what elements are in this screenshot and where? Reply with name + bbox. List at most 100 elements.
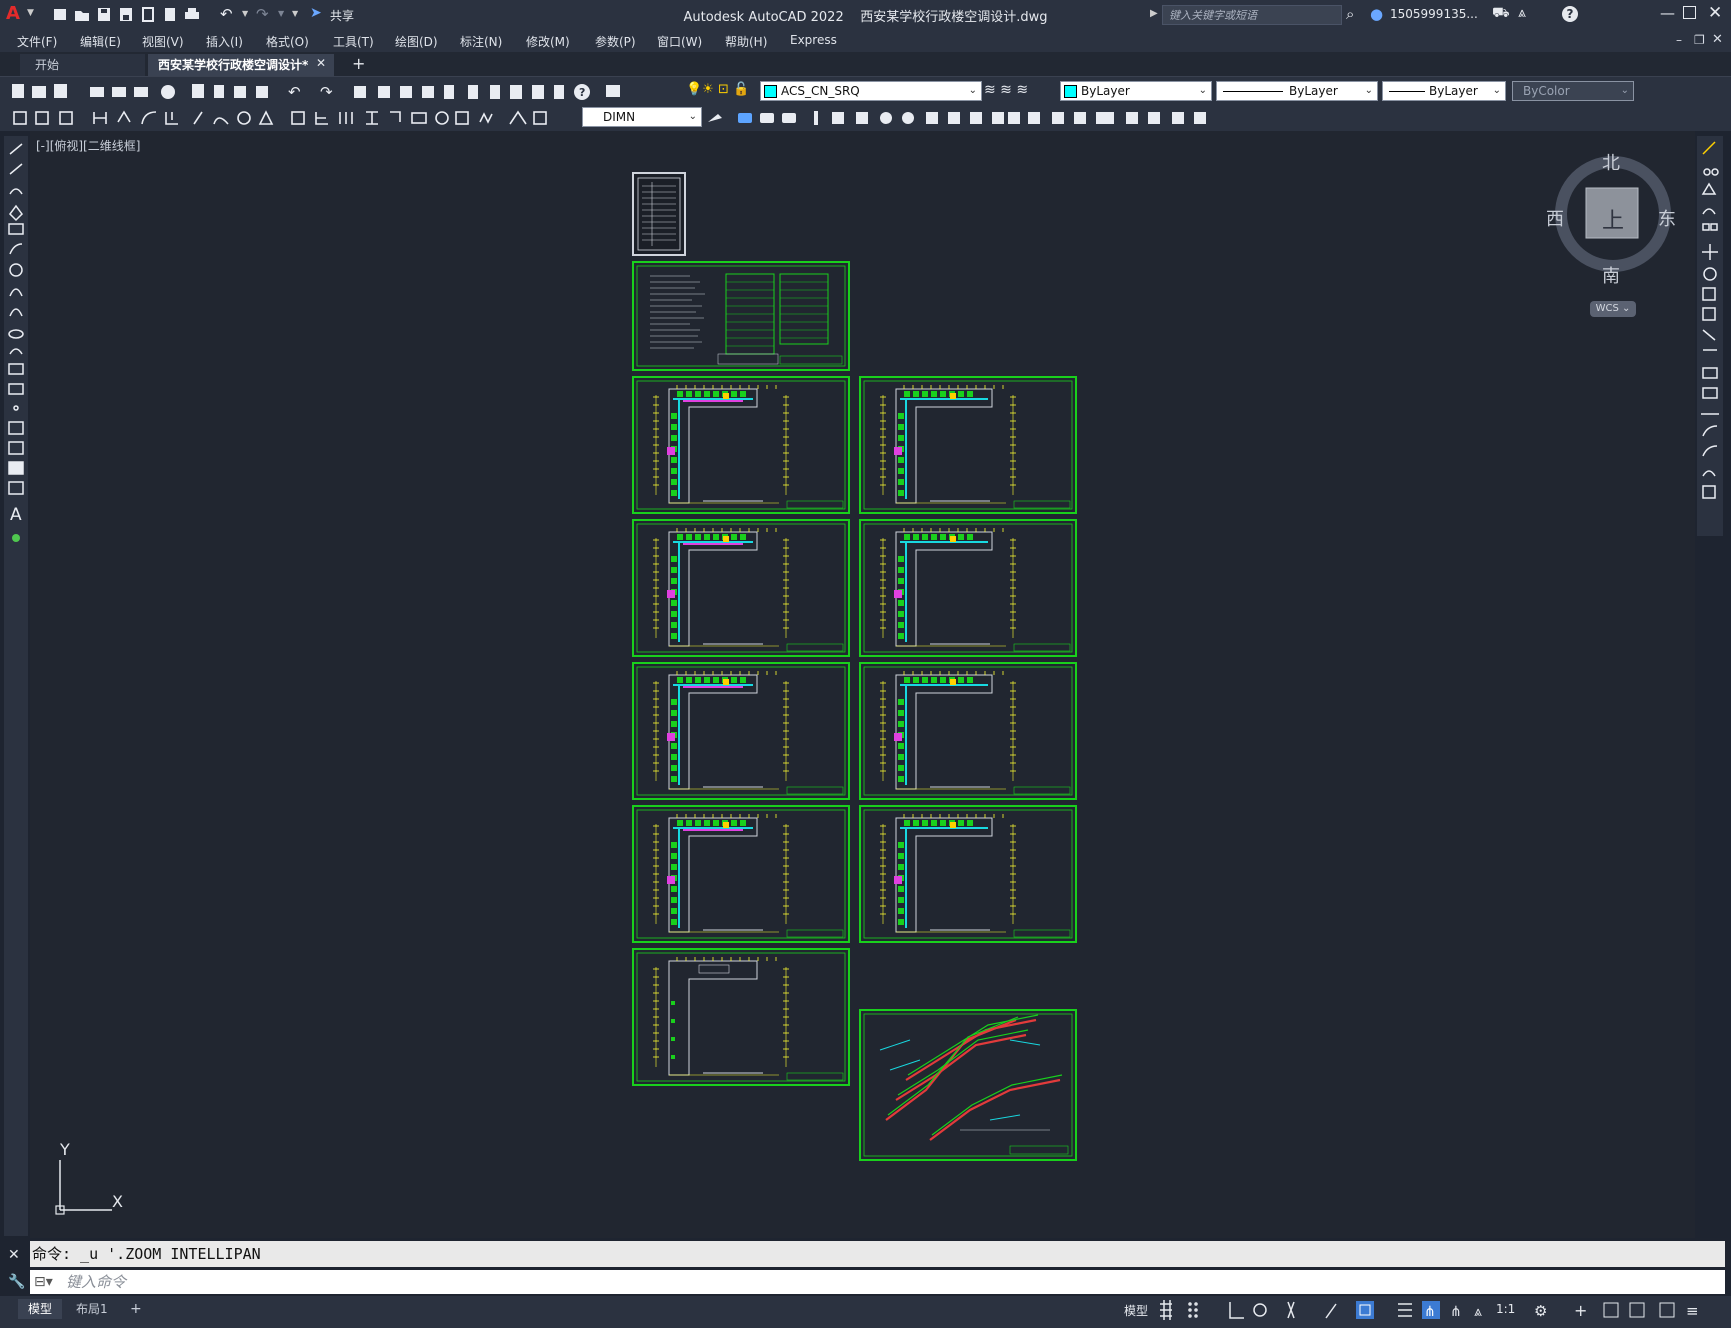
floor-plan-sheet[interactable]: [632, 948, 850, 1086]
dimstyle-dropdown[interactable]: DIMN ⌄: [582, 107, 702, 127]
floor-plan-sheets: [632, 376, 1077, 1086]
annotation-scale[interactable]: 1:1: [1496, 1302, 1515, 1316]
chevron-down-icon: ⌄: [1620, 85, 1629, 96]
viewcube-top-face[interactable]: 上: [1602, 203, 1624, 235]
menu-window[interactable]: 窗口(W): [657, 33, 702, 50]
svg-text:⋔: ⋔: [1424, 1304, 1436, 1320]
command-line-close-icon[interactable]: ✕: [8, 1247, 20, 1263]
close-icon[interactable]: ✕: [1708, 3, 1722, 23]
doc-close-icon[interactable]: ✕: [1712, 32, 1723, 47]
svg-text:?: ?: [579, 86, 585, 99]
dimension-toolbar: DIMN ⌄: [0, 104, 1731, 131]
menu-file[interactable]: 文件(F): [17, 33, 57, 50]
floor-plan-sheet[interactable]: [632, 662, 850, 800]
floor-plan-sheet[interactable]: [632, 805, 850, 943]
dimension-toolbar-icons[interactable]: [10, 108, 580, 128]
minimize-icon[interactable]: —: [1660, 4, 1675, 22]
standard-toolbar-icons[interactable]: ↶ ↷ ?: [8, 82, 668, 102]
menu-bar: 文件(F) 编辑(E) 视图(V) 插入(I) 格式(O) 工具(T) 绘图(D…: [0, 30, 1731, 52]
menu-edit[interactable]: 编辑(E): [80, 33, 121, 50]
status-model-label[interactable]: 模型: [1124, 1302, 1148, 1319]
tab-active-label: 西安某学校行政楼空调设计*: [158, 58, 309, 72]
linetype-line: [1223, 91, 1283, 92]
menu-view[interactable]: 视图(V): [142, 33, 184, 50]
tab-close-icon[interactable]: ✕: [316, 56, 326, 70]
status-right-icons[interactable]: ⚙ + ≡: [1530, 1298, 1726, 1322]
linetype-value: ByLayer: [1289, 84, 1338, 98]
lineweight-value: ByLayer: [1429, 84, 1478, 98]
command-placeholder: 键入命令: [66, 1273, 127, 1291]
cart-icon[interactable]: ⛟: [1492, 5, 1510, 23]
svg-text:↷: ↷: [320, 83, 333, 101]
layer-state-icons[interactable]: 💡☀ ⊡ 🔓: [686, 82, 749, 97]
modify-tool-icons[interactable]: [1697, 136, 1723, 536]
compass-south[interactable]: 南: [1602, 262, 1620, 288]
modify-toolbar-icons[interactable]: [706, 108, 1216, 128]
wcs-menu[interactable]: WCS ⌄: [1590, 301, 1636, 317]
linetype-dropdown[interactable]: ByLayer ⌄: [1216, 81, 1378, 101]
menu-format[interactable]: 格式(O): [266, 33, 309, 50]
doc-restore-icon[interactable]: ❐: [1694, 33, 1705, 47]
maximize-icon[interactable]: [1683, 6, 1696, 19]
add-layout-button[interactable]: +: [120, 1299, 152, 1319]
command-line-settings-icon[interactable]: 🔧: [8, 1274, 25, 1290]
new-tab-button[interactable]: +: [352, 54, 365, 73]
menu-parametric[interactable]: 参数(P): [595, 33, 636, 50]
floor-plan-sheet[interactable]: [859, 376, 1077, 514]
search-icon[interactable]: ⌕: [1346, 5, 1354, 23]
modify-toolbar: [1697, 136, 1723, 536]
tab-model[interactable]: 模型: [18, 1299, 63, 1319]
compass-west[interactable]: 西: [1546, 205, 1564, 231]
compass-north[interactable]: 北: [1602, 149, 1620, 175]
color-value: ByLayer: [1081, 84, 1130, 98]
compass-east[interactable]: 东: [1658, 205, 1676, 231]
autodesk-app-icon[interactable]: ⩓: [1518, 5, 1526, 21]
floor-plan-sheet[interactable]: [632, 519, 850, 657]
search-input[interactable]: 键入关键字或短语: [1162, 5, 1342, 25]
user-account-label[interactable]: 1505999135...: [1390, 7, 1478, 21]
layer-name: ACS_CN_SRQ: [781, 84, 860, 98]
svg-text:+: +: [1574, 1301, 1587, 1320]
tab-start[interactable]: 开始: [20, 54, 145, 76]
chevron-down-icon: ⌄: [688, 111, 697, 122]
lineweight-dropdown[interactable]: ByLayer ⌄: [1382, 81, 1506, 101]
floor-plan-sheet[interactable]: [859, 519, 1077, 657]
floor-plan-sheet[interactable]: [859, 662, 1077, 800]
menu-draw[interactable]: 绘图(D): [395, 33, 438, 50]
layer-tools-icons[interactable]: ≋ ≋ ≋: [984, 82, 1028, 98]
standard-toolbar: ↶ ↷ ? 💡☀ ⊡ 🔓 ACS_CN_SRQ ⌄ ≋ ≋ ≋ ByLayer ⌄…: [0, 76, 1731, 105]
draw-tool-icons[interactable]: A: [4, 136, 28, 576]
help-icon[interactable]: ?: [1562, 6, 1578, 22]
svg-text:↶: ↶: [288, 83, 301, 101]
tab-active-drawing[interactable]: 西安某学校行政楼空调设计*: [148, 54, 334, 76]
chevron-down-icon: ⌄: [1198, 85, 1207, 96]
menu-insert[interactable]: 插入(I): [206, 33, 243, 50]
floor-plan-sheet[interactable]: [859, 805, 1077, 943]
drawing-sheets[interactable]: [630, 170, 1080, 1170]
chevron-down-icon: ⌄: [1364, 85, 1373, 96]
svg-text:A: A: [10, 505, 22, 525]
draw-toolbar: A: [4, 136, 28, 1236]
svg-text:⩓: ⩓: [1474, 1304, 1482, 1320]
plotstyle-dropdown[interactable]: ByColor ⌄: [1512, 81, 1634, 101]
search-expand-icon[interactable]: ▶: [1150, 8, 1158, 19]
menu-express[interactable]: Express: [790, 33, 837, 47]
menu-tools[interactable]: 工具(T): [333, 33, 374, 50]
chevron-down-icon: ⌄: [1492, 85, 1501, 96]
menu-help[interactable]: 帮助(H): [725, 33, 767, 50]
command-input[interactable]: ⊟▾ 键入命令: [30, 1270, 1725, 1294]
doc-minimize-icon[interactable]: –: [1676, 33, 1682, 47]
color-dropdown[interactable]: ByLayer ⌄: [1060, 81, 1212, 101]
viewport-controls-label[interactable]: [-][俯视][二维线框]: [36, 137, 140, 154]
layer-color-swatch: [764, 85, 777, 98]
user-icon[interactable]: ●: [1370, 5, 1383, 23]
menu-modify[interactable]: 修改(M): [526, 33, 570, 50]
command-prompt-icon[interactable]: ⊟▾: [34, 1270, 53, 1294]
svg-text:≡: ≡: [1686, 1302, 1699, 1320]
menu-dimension[interactable]: 标注(N): [460, 33, 502, 50]
layer-dropdown[interactable]: ACS_CN_SRQ ⌄: [760, 81, 982, 101]
tab-layout1[interactable]: 布局1: [66, 1299, 118, 1319]
floor-plan-sheet[interactable]: [632, 376, 850, 514]
system-diagram-sheet: [859, 1009, 1077, 1161]
dimstyle-value: DIMN: [603, 110, 636, 124]
